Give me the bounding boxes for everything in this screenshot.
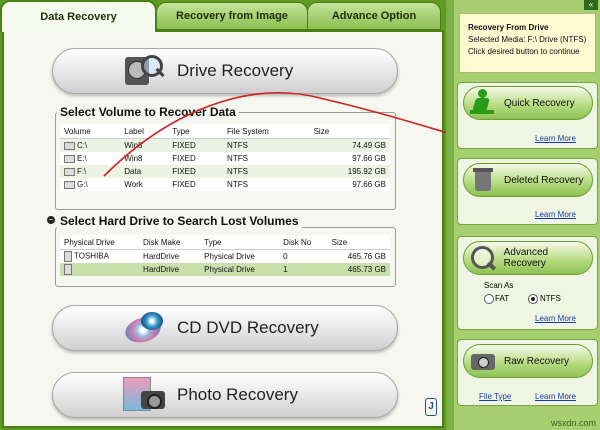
advanced-recovery-button[interactable]: Advanced Recovery <box>463 241 593 275</box>
table-row[interactable]: HardDrive Physical Drive 1 465.73 GB <box>60 263 390 276</box>
collapse-panel-button[interactable]: « <box>584 0 598 10</box>
deleted-recovery-label: Deleted Recovery <box>504 174 584 186</box>
volume-table-header: Volume Label Type File System Size <box>60 124 390 139</box>
file-type-link[interactable]: File Type <box>479 392 511 401</box>
table-row[interactable]: G:\ Work FIXED NTFS 97.66 GB <box>60 178 390 191</box>
table-row[interactable]: F:\ Data FIXED NTFS 195.92 GB <box>60 165 390 178</box>
cd-dvd-recovery-button[interactable]: CD DVD Recovery <box>52 305 398 351</box>
info-selected-media: Selected Media: F:\ Drive (NTFS) <box>468 35 587 44</box>
ntfs-radio[interactable] <box>528 294 538 304</box>
photo-recovery-button[interactable]: Photo Recovery <box>52 372 398 418</box>
quick-recovery-button[interactable]: Quick Recovery <box>463 86 593 120</box>
recycle-bin-icon <box>468 165 498 195</box>
photo-camera-icon <box>123 375 167 415</box>
hard-drive-icon <box>123 51 167 91</box>
drive-recovery-label: Drive Recovery <box>177 61 294 80</box>
scan-as-label: Scan As <box>484 281 514 290</box>
scrollbar[interactable] <box>446 0 454 430</box>
running-man-icon <box>468 88 498 118</box>
raw-recovery-button[interactable]: Raw Recovery <box>463 344 593 378</box>
tab-recovery-from-image[interactable]: Recovery from Image <box>156 2 308 30</box>
ntfs-label: NTFS <box>540 294 561 303</box>
drive-recovery-button[interactable]: Drive Recovery <box>52 48 398 94</box>
main-panel: Drive Recovery Select Volume to Recover … <box>2 30 444 428</box>
info-title: Recovery From Drive <box>468 23 549 32</box>
volume-section-title: Select Volume to Recover Data <box>57 105 239 119</box>
advanced-recovery-card: Advanced Recovery Scan As FAT NTFS Learn… <box>457 236 598 330</box>
deleted-recovery-button[interactable]: Deleted Recovery <box>463 163 593 197</box>
raw-recovery-label: Raw Recovery <box>504 355 570 367</box>
fat-radio[interactable] <box>484 294 494 304</box>
camera-icon <box>468 346 498 376</box>
table-row[interactable]: TOSHIBA HardDrive Physical Drive 0 465.76 GB <box>60 250 390 264</box>
tab-advance-option[interactable]: Advance Option <box>307 2 441 30</box>
table-row[interactable]: E:\ Win8 FIXED NTFS 97.66 GB <box>60 152 390 165</box>
volume-table[interactable]: Volume Label Type File System Size C:\ Win8 FI… <box>60 124 390 191</box>
cd-dvd-recovery-label: CD DVD Recovery <box>177 318 319 337</box>
collapse-icon[interactable]: − <box>47 216 55 224</box>
info-instruction: Click desired button to continue <box>468 47 580 56</box>
tab-data-recovery[interactable]: Data Recovery <box>0 0 157 32</box>
watermark: wsxdn.com <box>550 418 596 428</box>
disc-icon <box>122 308 167 348</box>
table-row[interactable]: C:\ Win8 FIXED NTFS 74.49 GB <box>60 138 390 152</box>
hard-drive-table[interactable]: Physical Drive Disk Make Type Disk No Size T… <box>60 235 390 276</box>
magnifier-icon <box>468 243 498 273</box>
quick-recovery-card: Quick Recovery Learn More <box>457 82 598 149</box>
quick-recovery-label: Quick Recovery <box>504 97 575 109</box>
fat-label: FAT <box>495 294 510 303</box>
info-box: Recovery From Drive Selected Media: F:\ … <box>459 13 596 73</box>
advanced-learn-more-link[interactable]: Learn More <box>535 314 576 323</box>
photo-recovery-label: Photo Recovery <box>177 385 298 404</box>
help-icon[interactable]: J <box>425 398 437 416</box>
quick-learn-more-link[interactable]: Learn More <box>535 134 576 143</box>
right-panel: « Recovery From Drive Selected Media: F:… <box>454 0 600 430</box>
hard-drive-table-header: Physical Drive Disk Make Type Disk No Size <box>60 235 390 250</box>
raw-learn-more-link[interactable]: Learn More <box>535 392 576 401</box>
hard-drive-section-title: Select Hard Drive to Search Lost Volumes <box>57 214 302 228</box>
advanced-recovery-label: Advanced Recovery <box>503 247 549 269</box>
deleted-recovery-card: Deleted Recovery Learn More <box>457 158 598 225</box>
deleted-learn-more-link[interactable]: Learn More <box>535 210 576 219</box>
raw-recovery-card: Raw Recovery File Type Learn More <box>457 339 598 406</box>
